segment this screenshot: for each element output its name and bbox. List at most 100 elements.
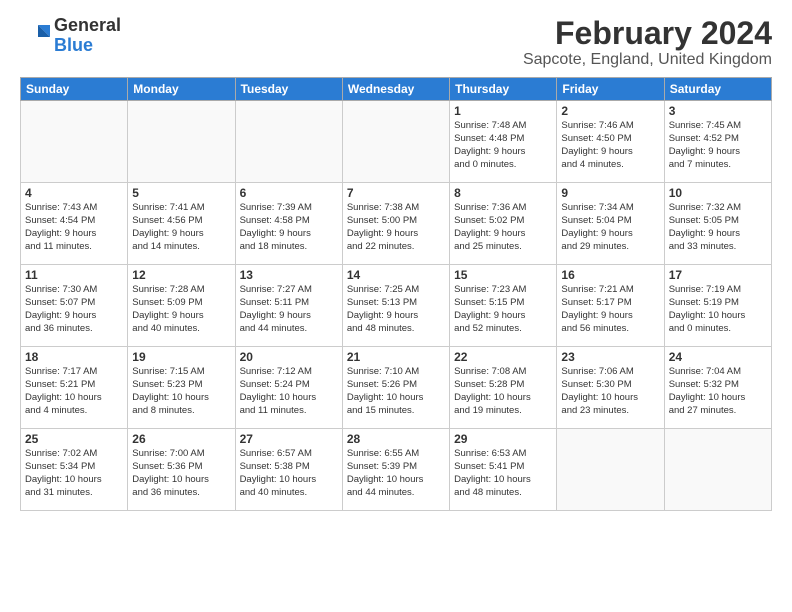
- col-header-monday: Monday: [128, 78, 235, 101]
- day-cell: 29Sunrise: 6:53 AM Sunset: 5:41 PM Dayli…: [450, 429, 557, 511]
- day-cell: [21, 101, 128, 183]
- col-header-friday: Friday: [557, 78, 664, 101]
- day-cell: 7 Sunrise: 7:38 AM Sunset: 5:00 PM Daylig…: [342, 183, 449, 265]
- day-cell: 16 Sunrise: 7:21 AM Sunset: 5:17 PM Dayli…: [557, 265, 664, 347]
- day-number: 9: [561, 186, 659, 200]
- day-info: Sunrise: 7:48 AM Sunset: 4:48 PM Dayligh…: [454, 120, 552, 171]
- day-number: 16: [561, 268, 659, 282]
- day-number: 24: [669, 350, 767, 364]
- day-cell: 22 Sunrise: 7:08 AM Sunset: 5:28 PM Dayli…: [450, 347, 557, 429]
- day-cell: 19 Sunrise: 7:15 AM Sunset: 5:23 PM Dayli…: [128, 347, 235, 429]
- day-cell: 21 Sunrise: 7:10 AM Sunset: 5:26 PM Dayli…: [342, 347, 449, 429]
- day-number: 29: [454, 432, 552, 446]
- logo: General Blue: [20, 16, 121, 56]
- day-cell: 14 Sunrise: 7:25 AM Sunset: 5:13 PM Dayli…: [342, 265, 449, 347]
- location: Sapcote, England, United Kingdom: [523, 51, 772, 69]
- day-info: Sunrise: 7:39 AM Sunset: 4:58 PM Dayligh…: [240, 202, 338, 253]
- day-info: Sunrise: 7:30 AM Sunset: 5:07 PM Dayligh…: [25, 284, 123, 335]
- day-number: 8: [454, 186, 552, 200]
- day-cell: 2Sunrise: 7:46 AM Sunset: 4:50 PM Daylig…: [557, 101, 664, 183]
- day-cell: 27 Sunrise: 6:57 AM Sunset: 5:38 PM Dayli…: [235, 429, 342, 511]
- day-cell: 4 Sunrise: 7:43 AM Sunset: 4:54 PM Daylig…: [21, 183, 128, 265]
- day-cell: 10Sunrise: 7:32 AM Sunset: 5:05 PM Dayli…: [664, 183, 771, 265]
- day-number: 1: [454, 104, 552, 118]
- day-info: Sunrise: 7:02 AM Sunset: 5:34 PM Dayligh…: [25, 448, 123, 499]
- day-number: 3: [669, 104, 767, 118]
- day-number: 26: [132, 432, 230, 446]
- day-info: Sunrise: 7:25 AM Sunset: 5:13 PM Dayligh…: [347, 284, 445, 335]
- day-info: Sunrise: 7:10 AM Sunset: 5:26 PM Dayligh…: [347, 366, 445, 417]
- day-cell: 23 Sunrise: 7:06 AM Sunset: 5:30 PM Dayli…: [557, 347, 664, 429]
- day-cell: 28Sunrise: 6:55 AM Sunset: 5:39 PM Dayli…: [342, 429, 449, 511]
- day-info: Sunrise: 7:32 AM Sunset: 5:05 PM Dayligh…: [669, 202, 767, 253]
- day-cell: 20Sunrise: 7:12 AM Sunset: 5:24 PM Dayli…: [235, 347, 342, 429]
- day-cell: 13Sunrise: 7:27 AM Sunset: 5:11 PM Dayli…: [235, 265, 342, 347]
- header: General Blue February 2024 Sapcote, Engl…: [20, 16, 772, 69]
- day-info: Sunrise: 7:43 AM Sunset: 4:54 PM Dayligh…: [25, 202, 123, 253]
- col-header-thursday: Thursday: [450, 78, 557, 101]
- day-number: 21: [347, 350, 445, 364]
- day-number: 12: [132, 268, 230, 282]
- day-cell: 3 Sunrise: 7:45 AM Sunset: 4:52 PM Daylig…: [664, 101, 771, 183]
- col-header-sunday: Sunday: [21, 78, 128, 101]
- day-cell: [342, 101, 449, 183]
- day-cell: 8 Sunrise: 7:36 AM Sunset: 5:02 PM Daylig…: [450, 183, 557, 265]
- day-info: Sunrise: 7:36 AM Sunset: 5:02 PM Dayligh…: [454, 202, 552, 253]
- week-row-2: 4 Sunrise: 7:43 AM Sunset: 4:54 PM Daylig…: [21, 183, 772, 265]
- day-cell: [128, 101, 235, 183]
- day-info: Sunrise: 6:57 AM Sunset: 5:38 PM Dayligh…: [240, 448, 338, 499]
- day-number: 23: [561, 350, 659, 364]
- header-row: SundayMondayTuesdayWednesdayThursdayFrid…: [21, 78, 772, 101]
- logo-blue: Blue: [54, 36, 121, 56]
- col-header-saturday: Saturday: [664, 78, 771, 101]
- day-cell: 25 Sunrise: 7:02 AM Sunset: 5:34 PM Dayli…: [21, 429, 128, 511]
- day-number: 7: [347, 186, 445, 200]
- day-cell: 15Sunrise: 7:23 AM Sunset: 5:15 PM Dayli…: [450, 265, 557, 347]
- day-cell: 24 Sunrise: 7:04 AM Sunset: 5:32 PM Dayli…: [664, 347, 771, 429]
- day-number: 25: [25, 432, 123, 446]
- day-number: 17: [669, 268, 767, 282]
- day-number: 2: [561, 104, 659, 118]
- day-info: Sunrise: 7:08 AM Sunset: 5:28 PM Dayligh…: [454, 366, 552, 417]
- day-cell: 11 Sunrise: 7:30 AM Sunset: 5:07 PM Dayli…: [21, 265, 128, 347]
- day-info: Sunrise: 7:15 AM Sunset: 5:23 PM Dayligh…: [132, 366, 230, 417]
- day-info: Sunrise: 7:19 AM Sunset: 5:19 PM Dayligh…: [669, 284, 767, 335]
- day-number: 19: [132, 350, 230, 364]
- logo-icon: [20, 21, 50, 51]
- week-row-5: 25 Sunrise: 7:02 AM Sunset: 5:34 PM Dayli…: [21, 429, 772, 511]
- day-info: Sunrise: 7:12 AM Sunset: 5:24 PM Dayligh…: [240, 366, 338, 417]
- day-number: 27: [240, 432, 338, 446]
- day-number: 18: [25, 350, 123, 364]
- day-info: Sunrise: 7:45 AM Sunset: 4:52 PM Dayligh…: [669, 120, 767, 171]
- day-number: 11: [25, 268, 123, 282]
- day-cell: 18Sunrise: 7:17 AM Sunset: 5:21 PM Dayli…: [21, 347, 128, 429]
- logo-text: General Blue: [54, 16, 121, 56]
- col-header-tuesday: Tuesday: [235, 78, 342, 101]
- day-cell: 5 Sunrise: 7:41 AM Sunset: 4:56 PM Daylig…: [128, 183, 235, 265]
- day-number: 4: [25, 186, 123, 200]
- day-number: 6: [240, 186, 338, 200]
- day-cell: 9Sunrise: 7:34 AM Sunset: 5:04 PM Daylig…: [557, 183, 664, 265]
- day-cell: 6 Sunrise: 7:39 AM Sunset: 4:58 PM Daylig…: [235, 183, 342, 265]
- week-row-4: 18Sunrise: 7:17 AM Sunset: 5:21 PM Dayli…: [21, 347, 772, 429]
- day-info: Sunrise: 7:41 AM Sunset: 4:56 PM Dayligh…: [132, 202, 230, 253]
- day-number: 14: [347, 268, 445, 282]
- day-number: 22: [454, 350, 552, 364]
- day-info: Sunrise: 7:00 AM Sunset: 5:36 PM Dayligh…: [132, 448, 230, 499]
- day-cell: 26 Sunrise: 7:00 AM Sunset: 5:36 PM Dayli…: [128, 429, 235, 511]
- day-info: Sunrise: 7:23 AM Sunset: 5:15 PM Dayligh…: [454, 284, 552, 335]
- day-cell: [557, 429, 664, 511]
- logo-general: General: [54, 16, 121, 36]
- day-info: Sunrise: 7:21 AM Sunset: 5:17 PM Dayligh…: [561, 284, 659, 335]
- day-info: Sunrise: 6:55 AM Sunset: 5:39 PM Dayligh…: [347, 448, 445, 499]
- week-row-1: 1 Sunrise: 7:48 AM Sunset: 4:48 PM Daylig…: [21, 101, 772, 183]
- title-block: February 2024 Sapcote, England, United K…: [523, 16, 772, 69]
- day-info: Sunrise: 7:38 AM Sunset: 5:00 PM Dayligh…: [347, 202, 445, 253]
- calendar: SundayMondayTuesdayWednesdayThursdayFrid…: [20, 77, 772, 511]
- day-info: Sunrise: 7:04 AM Sunset: 5:32 PM Dayligh…: [669, 366, 767, 417]
- day-info: Sunrise: 7:06 AM Sunset: 5:30 PM Dayligh…: [561, 366, 659, 417]
- day-info: Sunrise: 7:27 AM Sunset: 5:11 PM Dayligh…: [240, 284, 338, 335]
- day-number: 5: [132, 186, 230, 200]
- day-cell: [664, 429, 771, 511]
- week-row-3: 11 Sunrise: 7:30 AM Sunset: 5:07 PM Dayli…: [21, 265, 772, 347]
